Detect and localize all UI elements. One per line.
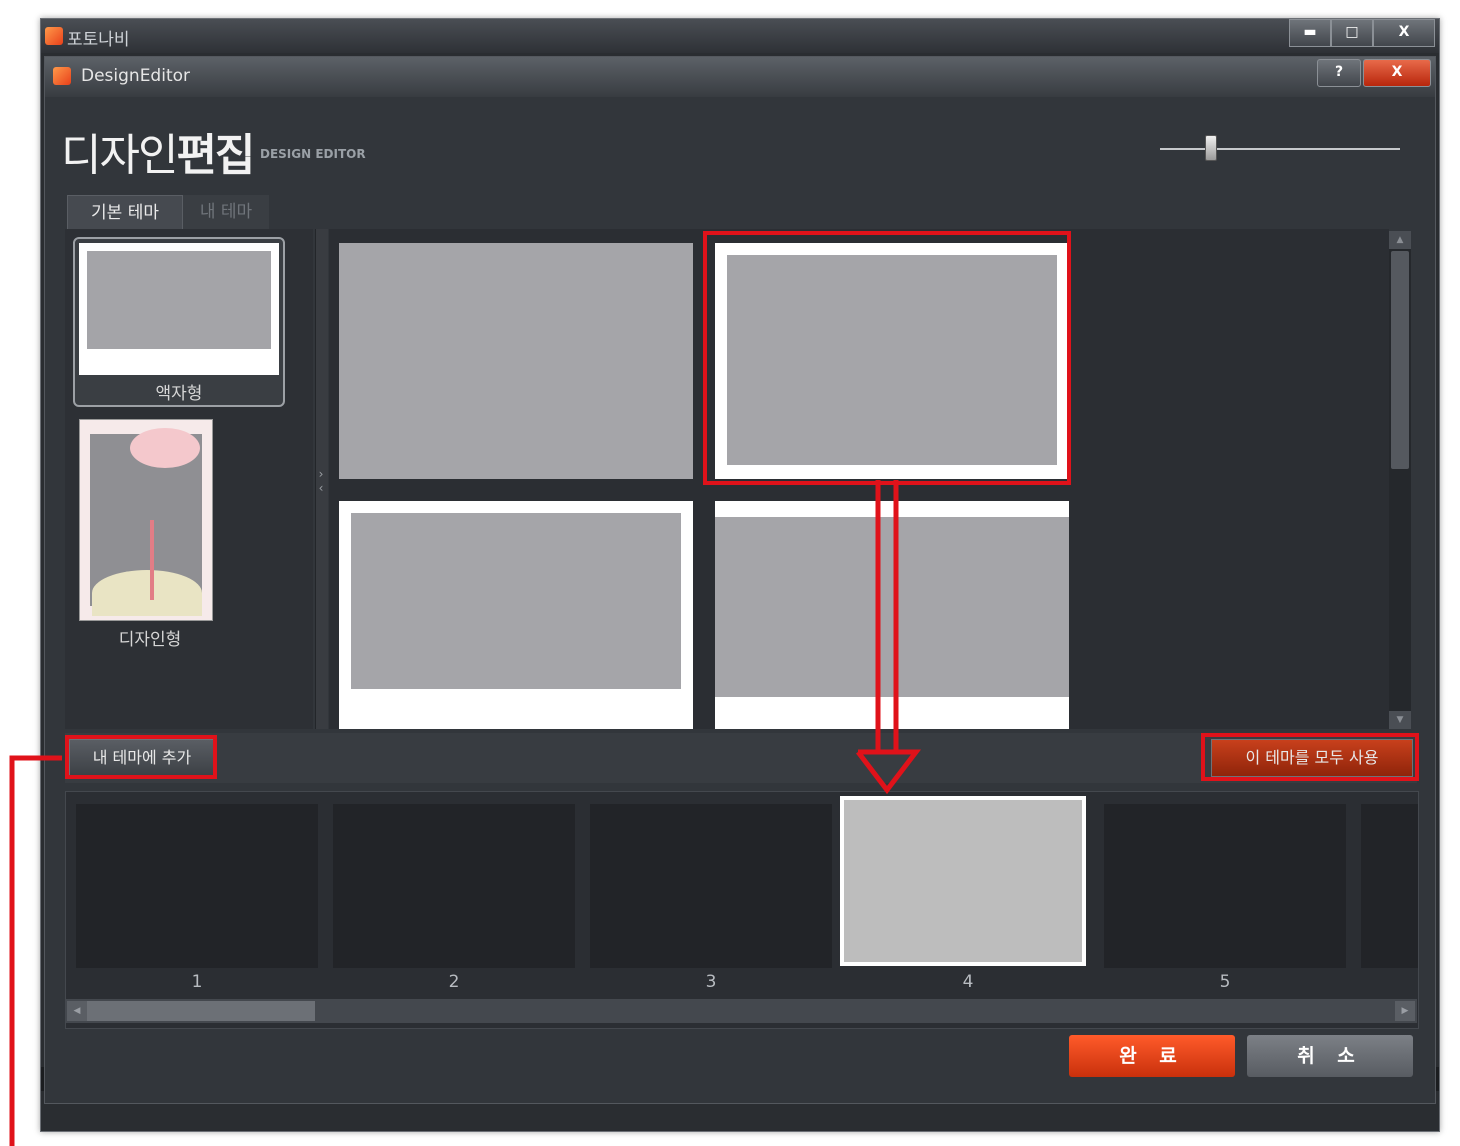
annotation-arrow-head [856,749,922,795]
annotation-connector [9,755,62,1146]
annotation-overlay [9,480,922,1146]
